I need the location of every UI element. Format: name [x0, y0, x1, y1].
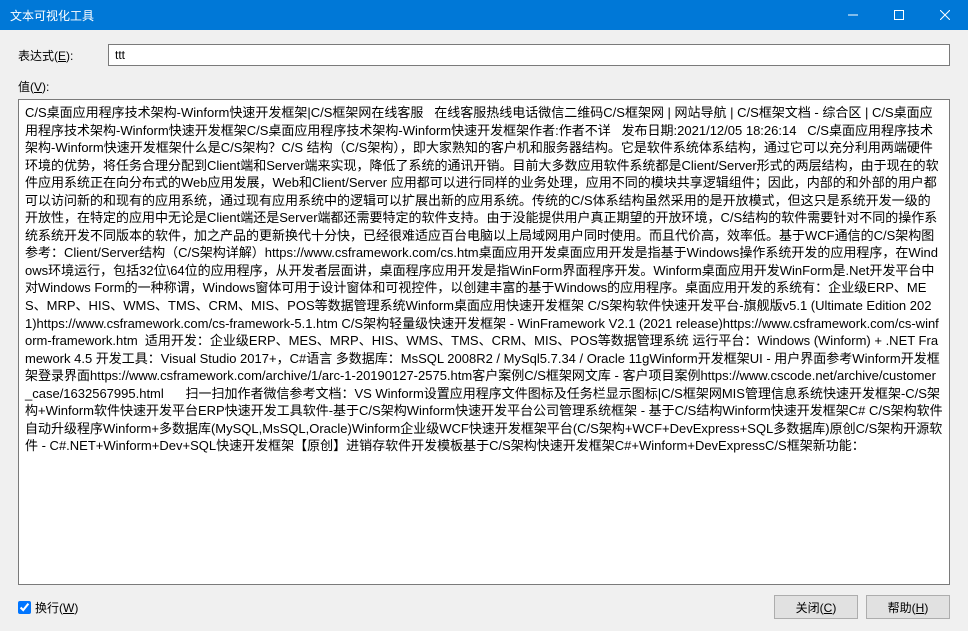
value-textarea[interactable]: C/S桌面应用程序技术架构-Winform快速开发框架|C/S框架网在线客服 在…: [18, 99, 950, 585]
wrap-label: 换行(W): [35, 599, 78, 616]
window-title: 文本可视化工具: [10, 7, 830, 24]
window-controls: [830, 0, 968, 30]
minimize-button[interactable]: [830, 0, 876, 30]
content-area: 表达式(E): 值(V): C/S桌面应用程序技术架构-Winform快速开发框…: [0, 30, 968, 631]
close-button[interactable]: 关闭(C): [774, 595, 858, 619]
expression-label: 表达式(E):: [18, 47, 108, 64]
wrap-checkbox-wrap[interactable]: 换行(W): [18, 599, 78, 616]
wrap-checkbox[interactable]: [18, 601, 31, 614]
close-window-button[interactable]: [922, 0, 968, 30]
help-button[interactable]: 帮助(H): [866, 595, 950, 619]
expression-input[interactable]: [108, 44, 950, 66]
window: 文本可视化工具 表达式(E): 值(V): C/S桌面应用程序技术架构-Winf…: [0, 0, 968, 631]
titlebar: 文本可视化工具: [0, 0, 968, 30]
maximize-button[interactable]: [876, 0, 922, 30]
value-label: 值(V):: [18, 78, 950, 95]
expression-row: 表达式(E):: [18, 44, 950, 66]
footer: 换行(W) 关闭(C) 帮助(H): [18, 593, 950, 621]
